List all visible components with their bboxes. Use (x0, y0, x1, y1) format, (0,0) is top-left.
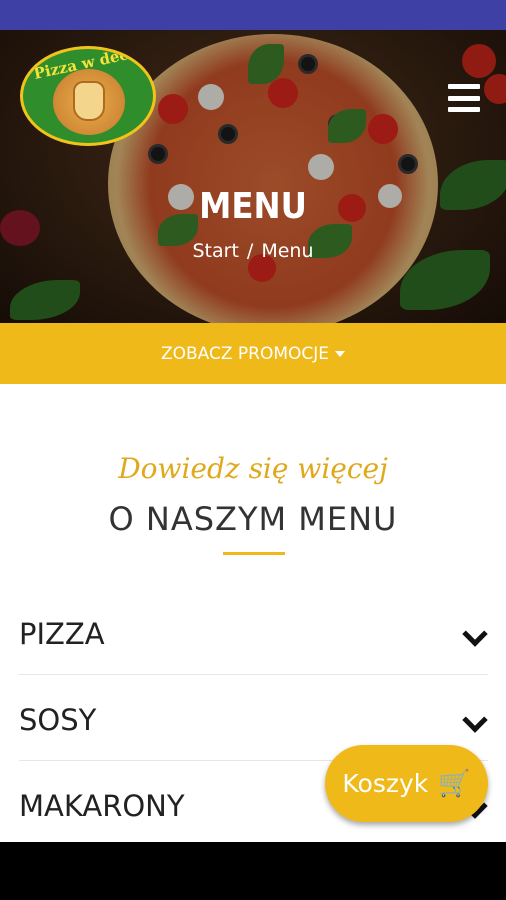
category-label: PIZZA (19, 617, 105, 651)
breadcrumb-current: Menu (261, 240, 314, 262)
category-label: SOSY (19, 703, 97, 737)
page-title: MENU (199, 186, 307, 227)
breadcrumb: Start / Menu (0, 240, 506, 262)
cart-label: Koszyk (342, 769, 429, 798)
promo-toggle-button[interactable]: ZOBACZ PROMOCJE (0, 323, 506, 384)
breadcrumb-separator: / (246, 240, 254, 262)
caret-down-icon (335, 350, 346, 357)
chevron-down-icon (462, 707, 488, 733)
thumbs-up-icon (73, 81, 105, 121)
section-title: O NASZYM MENU (108, 500, 398, 538)
chevron-down-icon (462, 621, 488, 647)
category-label: MAKARONY (19, 789, 185, 823)
category-item-pizza[interactable]: PIZZA (19, 589, 488, 675)
cart-button[interactable]: Koszyk 🛒 (325, 745, 488, 822)
status-bar (0, 0, 506, 30)
cart-icon: 🛒 (438, 768, 471, 799)
breadcrumb-home-link[interactable]: Start (193, 240, 239, 262)
system-nav-bar (0, 842, 506, 900)
promo-label: ZOBACZ PROMOCJE (160, 343, 330, 364)
section-subtitle: Dowiedz się więcej (118, 452, 388, 485)
title-underline (223, 552, 285, 555)
hamburger-menu-icon[interactable] (448, 84, 480, 112)
logo[interactable]: Pizza w dechę (20, 46, 156, 146)
